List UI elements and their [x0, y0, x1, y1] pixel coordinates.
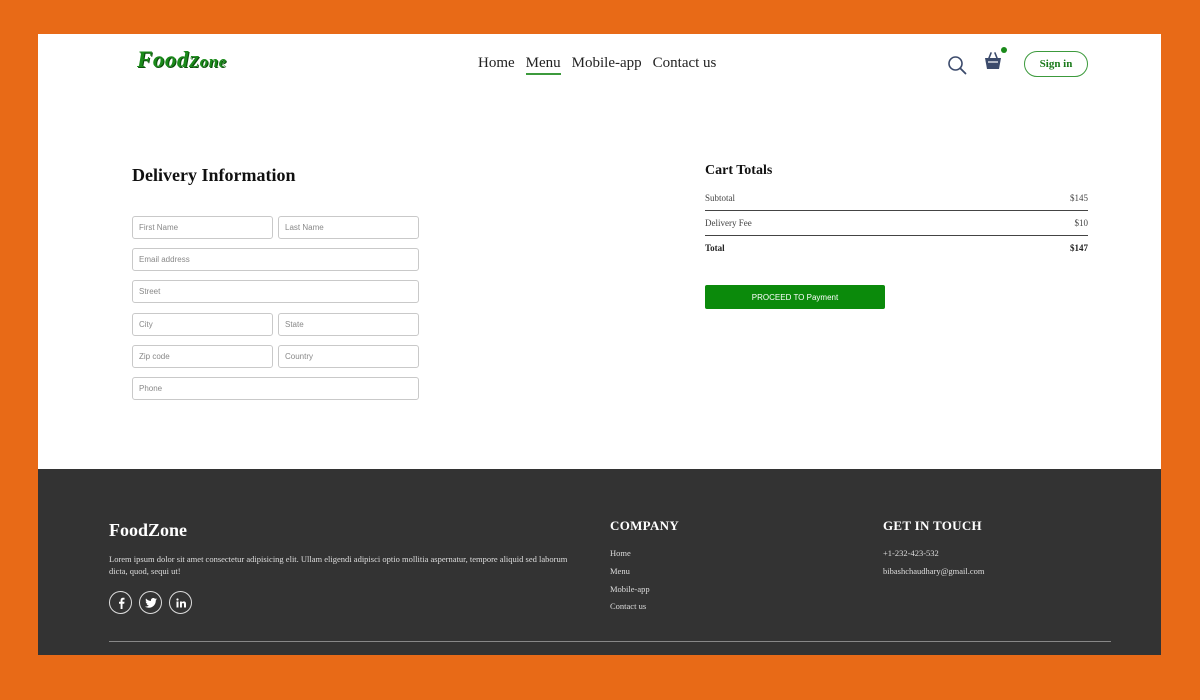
- delivery-title: Delivery Information: [132, 165, 296, 185]
- contact-email[interactable]: bibashchaudhary@gmail.com: [883, 566, 985, 576]
- linkedin-icon[interactable]: [169, 591, 192, 614]
- subtotal-value: $145: [1070, 193, 1088, 203]
- street-field[interactable]: [132, 280, 419, 303]
- nav-menu[interactable]: Menu: [525, 55, 561, 75]
- footer-description: Lorem ipsum dolor sit amet consectetur a…: [109, 554, 568, 576]
- nav-mobile-app[interactable]: Mobile-app: [572, 55, 642, 75]
- proceed-to-payment-button[interactable]: PROCEED TO Payment: [705, 285, 885, 309]
- company-heading: COMPANY: [610, 518, 680, 533]
- logo-zone: Zone: [188, 52, 227, 71]
- first-name-field[interactable]: [132, 216, 273, 239]
- basket-icon[interactable]: [984, 51, 1002, 71]
- nav-home[interactable]: Home: [478, 55, 515, 75]
- country-field[interactable]: [278, 345, 419, 368]
- cart-totals-title: Cart Totals: [705, 163, 773, 178]
- total-row: Total $147: [705, 243, 1088, 253]
- total-value: $147: [1070, 243, 1088, 253]
- get-in-touch-heading: GET IN TOUCH: [883, 518, 982, 533]
- delivery-fee-value: $10: [1074, 218, 1089, 228]
- page-frame: FoodZone Home Menu Mobile-app Contact us…: [38, 34, 1161, 655]
- facebook-icon[interactable]: [109, 591, 132, 614]
- total-label: Total: [705, 243, 725, 253]
- last-name-field[interactable]: [278, 216, 419, 239]
- cart-divider: [705, 235, 1088, 236]
- footer-link-menu[interactable]: Menu: [610, 566, 630, 576]
- footer-link-home[interactable]: Home: [610, 548, 631, 558]
- main-nav: Home Menu Mobile-app Contact us: [478, 55, 716, 75]
- cart-divider: [705, 210, 1088, 211]
- delivery-fee-label: Delivery Fee: [705, 218, 752, 228]
- subtotal-row: Subtotal $145: [705, 193, 1088, 203]
- search-icon[interactable]: [947, 55, 967, 75]
- logo-food: Food: [137, 47, 189, 72]
- logo[interactable]: FoodZone: [137, 47, 227, 73]
- phone-field[interactable]: [132, 377, 419, 400]
- zip-code-field[interactable]: [132, 345, 273, 368]
- state-field[interactable]: [278, 313, 419, 336]
- sign-in-button[interactable]: Sign in: [1024, 51, 1088, 77]
- footer-link-mobile-app[interactable]: Mobile-app: [610, 584, 650, 594]
- footer-link-contact-us[interactable]: Contact us: [610, 601, 646, 611]
- twitter-icon[interactable]: [139, 591, 162, 614]
- city-field[interactable]: [132, 313, 273, 336]
- cart-badge-dot: [1001, 47, 1007, 53]
- delivery-fee-row: Delivery Fee $10: [705, 218, 1088, 228]
- email-field[interactable]: [132, 248, 419, 271]
- footer: FoodZone Lorem ipsum dolor sit amet cons…: [38, 469, 1161, 655]
- footer-brand: FoodZone: [109, 520, 188, 540]
- contact-phone: +1-232-423-532: [883, 548, 939, 558]
- footer-divider: [109, 641, 1111, 642]
- subtotal-label: Subtotal: [705, 193, 736, 203]
- nav-contact-us[interactable]: Contact us: [653, 55, 717, 75]
